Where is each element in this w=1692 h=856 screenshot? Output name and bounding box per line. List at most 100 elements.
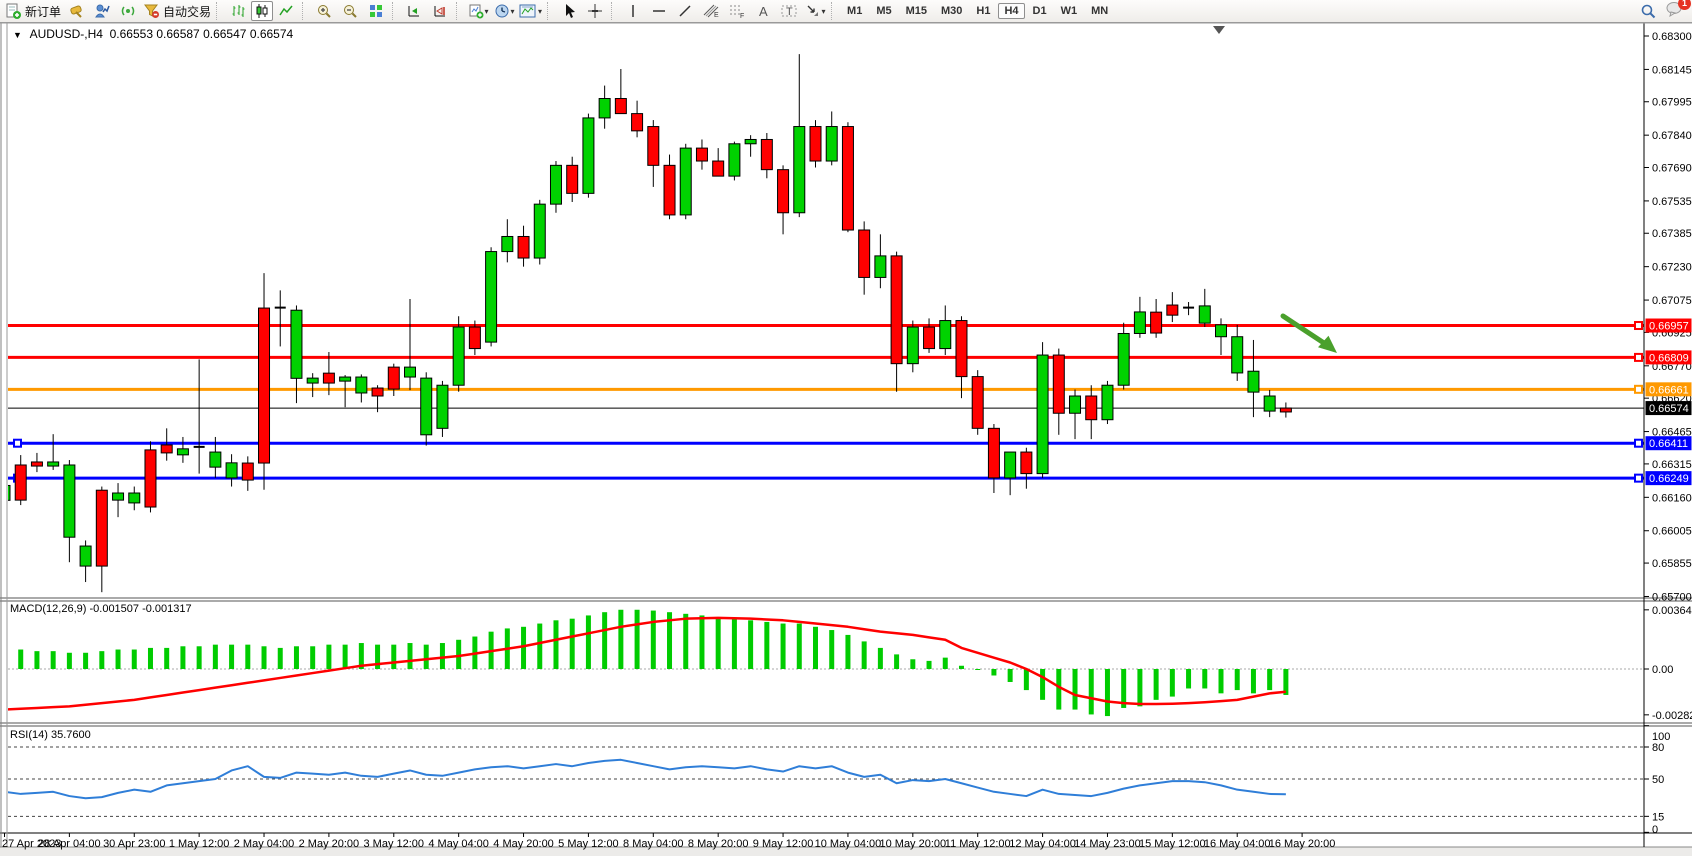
axis-tick-label: 0.003645 — [1652, 605, 1692, 617]
macd-hist-bar — [1202, 669, 1207, 688]
time-axis-label: 10 May 04:00 — [815, 838, 882, 850]
market-watch-button[interactable] — [89, 1, 115, 21]
new-chart-button[interactable]: ▾ — [465, 1, 491, 21]
notification-badge: 1 — [1678, 0, 1691, 10]
toolbar-separator — [456, 2, 461, 20]
hline-handle[interactable] — [1635, 354, 1642, 361]
crosshair-tool-button[interactable] — [582, 1, 608, 21]
hline-handle[interactable] — [1635, 322, 1642, 329]
candle-chart-icon — [254, 3, 270, 19]
timeframe-mn-button[interactable]: MN — [1085, 3, 1114, 19]
vertical-line-tool-button[interactable] — [620, 1, 646, 21]
macd-hist-bar — [229, 645, 234, 669]
bar-chart-type-button[interactable] — [225, 1, 251, 21]
macd-hist-bar — [148, 648, 153, 669]
timeframe-h4-button[interactable]: H4 — [998, 3, 1024, 19]
trendline-tool-button[interactable] — [672, 1, 698, 21]
zoom-out-button[interactable] — [337, 1, 363, 21]
cursor-tool-button[interactable] — [556, 1, 582, 21]
text-label-tool-button[interactable]: T — [776, 1, 802, 21]
candle — [842, 122, 853, 232]
macd-hist-bar — [132, 650, 137, 669]
candle-chart-type-button[interactable] — [251, 1, 273, 21]
timeframe-w1-button[interactable]: W1 — [1055, 3, 1084, 19]
svg-text:F: F — [740, 13, 744, 19]
auto-trading-button[interactable]: 自动交易 — [141, 1, 213, 21]
time-axis-label: 4 May 04:00 — [428, 838, 489, 850]
chart-symbol-period: AUDUSD-,H4 — [30, 27, 103, 41]
text-icon: A — [756, 3, 770, 19]
axis-tick-label: 0.67535 — [1652, 196, 1692, 208]
signal-button[interactable] — [115, 1, 141, 21]
hline-handle[interactable] — [1635, 440, 1642, 447]
timeframe-d1-button[interactable]: D1 — [1027, 3, 1053, 19]
axis-tick-label: -0.002824 — [1652, 710, 1692, 722]
tile-windows-button[interactable] — [363, 1, 389, 21]
auto-scroll-icon — [406, 3, 422, 19]
macd-hist-bar — [294, 646, 299, 669]
macd-hist-bar — [262, 646, 267, 669]
new-order-button[interactable]: 新订单 — [3, 1, 63, 21]
candle — [145, 441, 156, 512]
hline-handle[interactable] — [1635, 475, 1642, 482]
chart-area[interactable]: 0.683000.681450.679950.678400.676900.675… — [0, 23, 1692, 856]
svg-text:0.66411: 0.66411 — [1649, 438, 1688, 450]
svg-text:A: A — [759, 4, 768, 19]
tile-windows-icon — [368, 3, 384, 19]
candle — [486, 247, 497, 346]
fibonacci-tool-button[interactable]: F — [724, 1, 750, 21]
timeframe-m30-button[interactable]: M30 — [935, 3, 968, 19]
horizontal-line-icon — [651, 3, 667, 19]
zoom-in-button[interactable] — [311, 1, 337, 21]
svg-text:T: T — [786, 6, 793, 18]
text-tool-button[interactable]: A — [750, 1, 776, 21]
macd-hist-bar — [440, 643, 445, 669]
macd-hist-bar — [310, 646, 315, 669]
macd-hist-bar — [829, 630, 834, 669]
timeframe-m1-button[interactable]: M1 — [841, 3, 868, 19]
time-axis-label: 30 Apr 23:00 — [103, 838, 165, 850]
search-icon[interactable] — [1640, 3, 1656, 19]
hline-handle[interactable] — [1635, 386, 1642, 393]
time-axis-label: 12 May 04:00 — [1009, 838, 1076, 850]
price-badge: 0.66411 — [1646, 436, 1692, 450]
hline-handle[interactable] — [14, 440, 21, 447]
gavel-button[interactable] — [63, 1, 89, 21]
clock-icon — [494, 3, 510, 19]
templates-button[interactable]: ▾ — [517, 1, 544, 21]
price-badge: 0.66809 — [1646, 350, 1692, 364]
periods-button[interactable]: ▾ — [491, 1, 517, 21]
macd-hist-bar — [618, 610, 623, 669]
timeframe-m5-button[interactable]: M5 — [870, 3, 897, 19]
axis-tick-label: 0.67690 — [1652, 162, 1692, 174]
macd-hist-bar — [1154, 669, 1159, 700]
chart-shift-button[interactable] — [427, 1, 453, 21]
auto-scroll-button[interactable] — [401, 1, 427, 21]
bar-chart-icon — [230, 3, 246, 19]
time-axis-label: 5 May 12:00 — [558, 838, 619, 850]
chat-button[interactable]: 1 — [1666, 1, 1684, 22]
channel-tool-button[interactable]: E — [698, 1, 724, 21]
candle — [583, 114, 594, 198]
time-axis-label: 2 May 20:00 — [299, 838, 360, 850]
auto-trading-icon — [143, 3, 160, 19]
line-chart-type-button[interactable] — [273, 1, 299, 21]
price-badge: 0.66249 — [1646, 471, 1692, 485]
macd-hist-bar — [1008, 669, 1013, 682]
arrows-tool-button[interactable]: ▾ — [802, 1, 828, 21]
chart-title-caret-icon[interactable]: ▼ — [13, 30, 22, 40]
timeframe-h1-button[interactable]: H1 — [970, 3, 996, 19]
fibonacci-icon: F — [728, 3, 746, 19]
gavel-icon — [68, 3, 84, 19]
macd-hist-bar — [537, 624, 542, 669]
horizontal-line-tool-button[interactable] — [646, 1, 672, 21]
chart-low-value: 0.66547 — [203, 27, 246, 41]
macd-hist-bar — [521, 627, 526, 669]
market-watch-icon — [94, 3, 110, 19]
timeframe-m15-button[interactable]: M15 — [900, 3, 933, 19]
dropdown-caret-icon: ▾ — [538, 7, 542, 16]
macd-hist-bar — [991, 669, 996, 675]
crosshair-icon — [587, 3, 603, 19]
time-axis-label: 11 May 12:00 — [945, 838, 1011, 850]
macd-hist-bar — [1024, 669, 1029, 690]
